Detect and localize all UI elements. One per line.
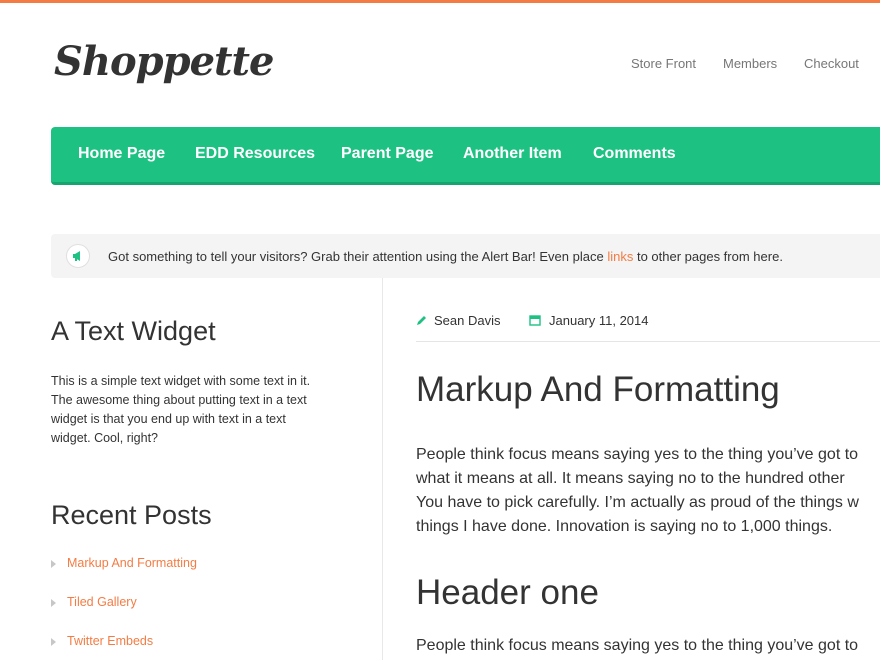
text-widget-body: This is a simple text widget with some t… xyxy=(51,374,311,445)
bullet-arrow-icon xyxy=(51,637,56,646)
calendar-icon xyxy=(529,315,541,326)
topnav-checkout[interactable]: Checkout xyxy=(804,56,859,71)
nav-parent-page[interactable]: Parent Page xyxy=(341,145,433,163)
header-one: Header one xyxy=(416,573,599,612)
post-author: Sean Davis xyxy=(416,313,500,328)
post-paragraph: People think focus means saying yes to t… xyxy=(416,446,859,535)
recent-post-link[interactable]: Twitter Embeds xyxy=(51,634,153,648)
alert-message: Got something to tell your visitors? Gra… xyxy=(108,249,783,264)
meta-divider xyxy=(416,341,880,342)
megaphone-icon xyxy=(66,244,90,268)
recent-post-link[interactable]: Tiled Gallery xyxy=(51,595,137,609)
column-divider xyxy=(382,278,383,660)
nav-another-item[interactable]: Another Item xyxy=(463,145,562,163)
nav-home-page[interactable]: Home Page xyxy=(78,145,165,163)
text-widget-title: A Text Widget xyxy=(51,316,216,346)
bullet-arrow-icon xyxy=(51,598,56,607)
post-paragraph: People think focus means saying yes to t… xyxy=(416,637,859,654)
post-date: January 11, 2014 xyxy=(529,313,649,328)
bullet-arrow-icon xyxy=(51,559,56,568)
recent-posts-title: Recent Posts xyxy=(51,500,212,530)
top-accent-bar xyxy=(0,0,880,3)
main-navigation: Home Page EDD Resources Parent Page Anot… xyxy=(51,127,880,185)
topnav-members[interactable]: Members xyxy=(723,56,777,71)
topnav-store-front[interactable]: Store Front xyxy=(631,56,696,71)
site-logo[interactable]: Shoppette xyxy=(54,38,274,85)
post-title[interactable]: Markup And Formatting xyxy=(416,370,780,410)
nav-comments[interactable]: Comments xyxy=(593,145,676,163)
alert-link[interactable]: links xyxy=(607,249,633,264)
nav-edd-resources[interactable]: EDD Resources xyxy=(195,145,315,163)
alert-bar: Got something to tell your visitors? Gra… xyxy=(51,234,880,278)
pencil-icon xyxy=(417,316,426,325)
recent-post-link[interactable]: Markup And Formatting xyxy=(51,556,197,570)
